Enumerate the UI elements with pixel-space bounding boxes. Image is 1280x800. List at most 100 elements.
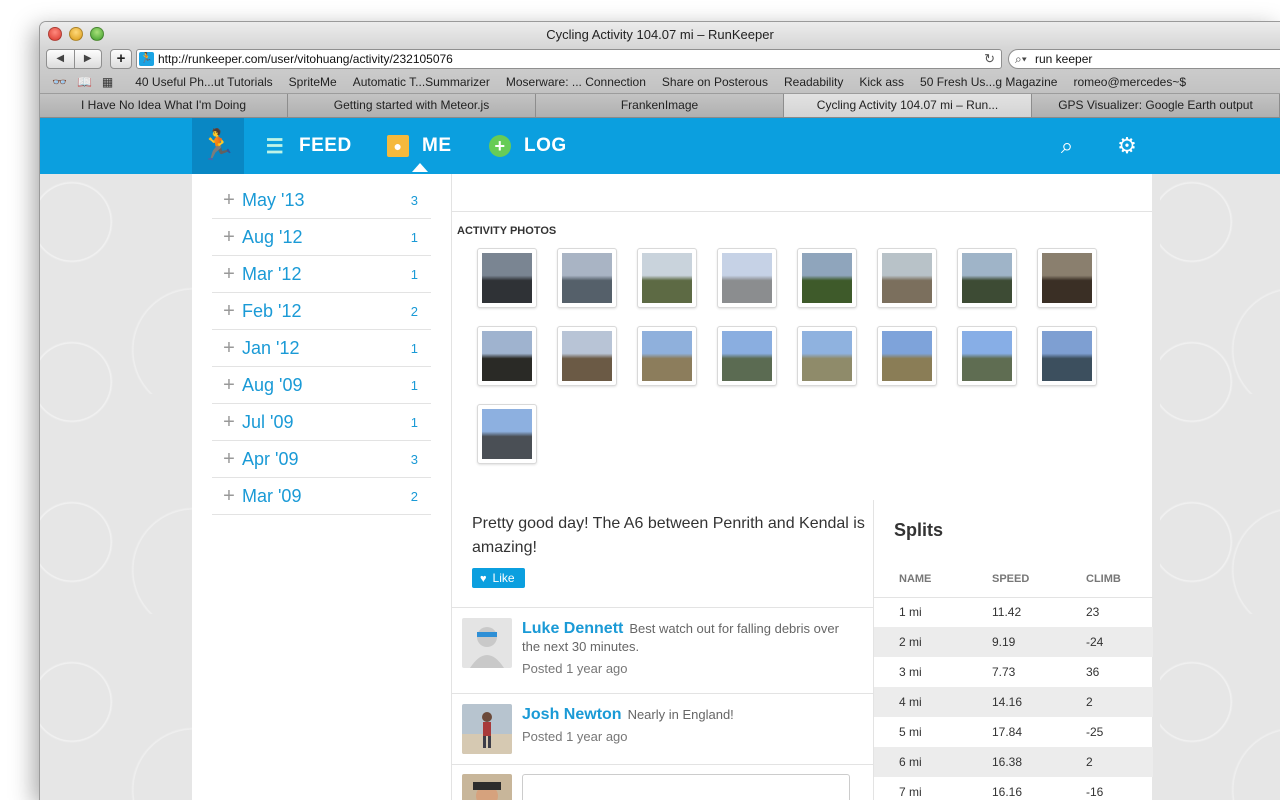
month-label[interactable]: Aug '09 [242,375,303,396]
expand-plus-icon[interactable]: + [212,374,242,397]
photo-image [562,331,612,381]
expand-plus-icon[interactable]: + [212,263,242,286]
person-icon: ● [387,135,409,157]
month-row[interactable]: + Jul '09 1 [212,404,431,441]
zoom-window-button[interactable] [90,27,104,41]
site-header: 🏃 ☰ FEED ● ME + LOG ⌕ ⚙ [40,118,1280,174]
photo-thumbnail[interactable] [477,248,537,308]
month-row[interactable]: + Aug '09 1 [212,367,431,404]
bookmark-item[interactable]: Kick ass [851,75,912,89]
bookmark-tools: 👓 📖 ▦ [40,75,127,89]
add-bookmark-button[interactable]: + [110,49,132,69]
bookmark-item[interactable]: SpriteMe [281,75,345,89]
photo-thumbnail[interactable] [957,326,1017,386]
month-label[interactable]: Jul '09 [242,412,293,433]
search-icon[interactable]: ⌕ [1053,132,1081,160]
split-speed: 7.73 [992,665,1016,679]
comment-posted: Posted 1 year ago [522,661,628,676]
month-row[interactable]: + Aug '12 1 [212,219,431,256]
photo-thumbnail[interactable] [717,248,777,308]
month-row[interactable]: + May '13 3 [212,182,431,219]
bookmark-item[interactable]: Automatic T...Summarizer [345,75,498,89]
column-header-climb: CLIMB [1086,573,1153,598]
expand-plus-icon[interactable]: + [212,337,242,360]
photo-thumbnail[interactable] [877,326,937,386]
split-name: 4 mi [874,687,992,717]
like-button[interactable]: ♥ Like [472,568,525,588]
expand-plus-icon[interactable]: + [212,300,242,323]
tab[interactable]: GPS Visualizer: Google Earth output [1032,94,1280,117]
month-row[interactable]: + Mar '09 2 [212,478,431,515]
month-row[interactable]: + Mar '12 1 [212,256,431,293]
tab[interactable]: FrankenImage [536,94,784,117]
photo-thumbnail[interactable] [1037,326,1097,386]
bookmark-item[interactable]: romeo@mercedes~$ [1065,75,1194,89]
month-label[interactable]: May '13 [242,190,304,211]
month-row[interactable]: + Jan '12 1 [212,330,431,367]
photo-thumbnail[interactable] [797,326,857,386]
expand-plus-icon[interactable]: + [212,226,242,249]
photo-thumbnail[interactable] [1037,248,1097,308]
bookmark-item[interactable]: Moserware: ... Connection [498,75,654,89]
photo-image [642,331,692,381]
month-label[interactable]: Apr '09 [242,449,298,470]
month-row[interactable]: + Feb '12 2 [212,293,431,330]
reading-list-icon[interactable]: 👓 [52,75,67,89]
month-count: 1 [410,266,418,282]
search-field[interactable]: ⌕▾ run keeper [1008,49,1280,69]
photo-thumbnail[interactable] [637,326,697,386]
month-label[interactable]: Mar '09 [242,486,301,507]
nav-feed[interactable]: ☰ FEED [264,118,352,174]
month-count: 1 [410,414,418,430]
like-label: Like [492,571,515,585]
comment-author[interactable]: Josh Newton [522,706,622,723]
photo-thumbnail[interactable] [797,248,857,308]
window-title: Cycling Activity 104.07 mi – RunKeeper [546,27,774,42]
photo-thumbnail[interactable] [557,326,617,386]
runner-logo-icon[interactable]: 🏃 [192,118,244,174]
search-icon: ⌕▾ [1015,52,1027,66]
month-label[interactable]: Feb '12 [242,301,301,322]
tab-active[interactable]: Cycling Activity 104.07 mi – Run... [784,94,1032,117]
comment-body: Luke Dennett Best watch out for falling d… [522,620,852,656]
tab[interactable]: I Have No Idea What I'm Doing [40,94,288,117]
bookmark-item[interactable]: Share on Posterous [654,75,776,89]
expand-plus-icon[interactable]: + [212,411,242,434]
close-window-button[interactable] [48,27,62,41]
reload-icon[interactable]: ↻ [984,50,995,68]
photo-thumbnail[interactable] [477,326,537,386]
month-row[interactable]: + Apr '09 3 [212,441,431,478]
month-label[interactable]: Mar '12 [242,264,301,285]
photo-thumbnail[interactable] [957,248,1017,308]
photo-thumbnail[interactable] [637,248,697,308]
expand-plus-icon[interactable]: + [212,485,242,508]
comment-input[interactable] [522,774,850,800]
comment-author[interactable]: Luke Dennett [522,620,623,637]
photo-image [882,253,932,303]
default-avatar-icon[interactable] [462,618,512,668]
photo-thumbnail[interactable] [557,248,617,308]
minimize-window-button[interactable] [69,27,83,41]
nav-log[interactable]: + LOG [489,118,567,174]
top-sites-grid-icon[interactable]: ▦ [102,75,113,89]
photo-thumbnail[interactable] [717,326,777,386]
expand-plus-icon[interactable]: + [212,448,242,471]
month-count: 1 [410,377,418,393]
splits-table: NAME SPEED CLIMB 1 mi 11.42 23 2 mi 9.19 -24 3… [874,573,1153,800]
photo-thumbnail[interactable] [477,404,537,464]
address-bar[interactable]: 🏃 http://runkeeper.com/user/vitohuang/ac… [136,49,1002,69]
back-button[interactable]: ◀ [47,50,75,68]
forward-button[interactable]: ▶ [75,50,102,68]
bookmark-item[interactable]: 40 Useful Ph...ut Tutorials [127,75,280,89]
bookmarks-book-icon[interactable]: 📖 [77,75,92,89]
user-avatar[interactable] [462,704,512,754]
month-label[interactable]: Jan '12 [242,338,299,359]
current-user-avatar [462,774,512,800]
settings-gear-icon[interactable]: ⚙ [1113,132,1141,160]
bookmark-item[interactable]: Readability [776,75,851,89]
bookmark-item[interactable]: 50 Fresh Us...g Magazine [912,75,1065,89]
tab[interactable]: Getting started with Meteor.js [288,94,536,117]
month-label[interactable]: Aug '12 [242,227,303,248]
expand-plus-icon[interactable]: + [212,189,242,212]
photo-thumbnail[interactable] [877,248,937,308]
